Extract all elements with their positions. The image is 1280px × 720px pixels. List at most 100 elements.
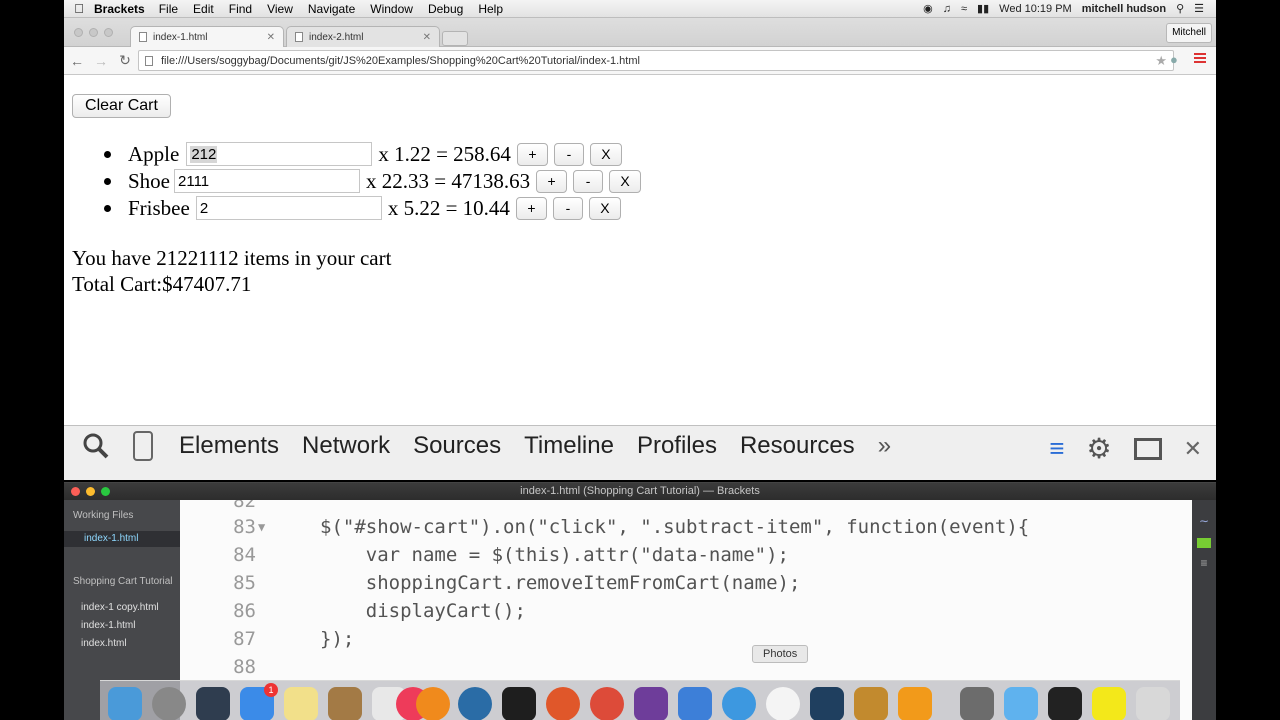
right-toolbar: ∼ ≡ <box>1192 500 1216 720</box>
add-item-button[interactable]: + <box>536 169 568 193</box>
folder-icon[interactable] <box>1004 687 1038 720</box>
menu-view[interactable]: View <box>267 2 293 16</box>
forward-arrow-icon[interactable]: → <box>90 53 112 69</box>
quantity-input[interactable]: 2 <box>195 196 382 220</box>
terminal-icon[interactable] <box>502 687 536 720</box>
clear-cart-button[interactable]: Clear Cart <box>72 94 171 118</box>
working-file-item[interactable]: index-1.html <box>64 531 180 547</box>
console-drawer-icon[interactable]: ≡ <box>1049 433 1064 464</box>
window-minimize-icon[interactable] <box>86 487 95 496</box>
file-item[interactable]: index-1.html <box>81 620 135 631</box>
battery-icon[interactable]: ▮▮ <box>977 2 989 15</box>
window-minimize-icon[interactable] <box>89 28 98 37</box>
camera-icon[interactable]: ● <box>1170 52 1178 67</box>
xcode-icon[interactable] <box>678 687 712 720</box>
trash-icon[interactable] <box>1136 687 1170 720</box>
add-item-button[interactable]: + <box>515 196 547 220</box>
tab-close-icon[interactable]: ✕ <box>267 32 275 43</box>
menu-file[interactable]: File <box>159 2 178 16</box>
help-icon[interactable] <box>546 687 580 720</box>
launchpad-icon[interactable] <box>152 687 186 720</box>
tab-index-2[interactable]: index-2.html ✕ <box>286 26 440 47</box>
document-icon[interactable] <box>1092 687 1126 720</box>
cart-item-frisbee: Frisbee 2 x 5.22 = 10.44 + - X <box>104 195 621 221</box>
tab-sources[interactable]: Sources <box>413 432 501 460</box>
layers-icon[interactable]: ≡ <box>1192 556 1216 570</box>
remove-item-button[interactable]: X <box>589 142 622 166</box>
github-icon[interactable] <box>634 687 668 720</box>
sequel-icon[interactable] <box>854 687 888 720</box>
live-preview-icon[interactable]: ∼ <box>1192 514 1216 528</box>
safari-icon[interactable] <box>722 687 756 720</box>
remove-item-button[interactable]: X <box>609 169 642 193</box>
tab-timeline[interactable]: Timeline <box>524 432 614 460</box>
screen-icon[interactable] <box>960 687 994 720</box>
dock-side-icon[interactable] <box>1133 437 1162 460</box>
back-arrow-icon[interactable]: ← <box>66 53 88 69</box>
remove-item-button[interactable]: X <box>588 196 621 220</box>
new-tab-button[interactable] <box>442 31 468 46</box>
menu-window[interactable]: Window <box>370 2 413 16</box>
tab-profiles[interactable]: Profiles <box>637 432 717 460</box>
subtract-item-button[interactable]: - <box>573 169 604 193</box>
reload-icon[interactable]: ↻ <box>114 52 136 69</box>
bell-icon[interactable]: ♫ <box>943 3 951 15</box>
gear-icon[interactable]: ⚙ <box>1086 432 1111 465</box>
menu-help[interactable]: Help <box>478 2 503 16</box>
tab-close-icon[interactable]: ✕ <box>423 32 431 43</box>
downloads-icon[interactable] <box>1048 687 1082 720</box>
inspect-search-icon[interactable] <box>81 431 111 461</box>
line-number: 85 <box>233 572 256 594</box>
brackets-icon[interactable] <box>810 687 844 720</box>
app-store-badge: 1 <box>264 683 278 697</box>
apple-menu-icon[interactable]:  <box>64 1 94 16</box>
stickies-icon[interactable] <box>284 687 318 720</box>
more-tabs-icon[interactable]: » <box>878 432 891 460</box>
window-close-icon[interactable] <box>71 487 80 496</box>
tab-index-1[interactable]: index-1.html ✕ <box>130 26 284 47</box>
device-mode-icon[interactable] <box>133 431 153 461</box>
window-zoom-icon[interactable] <box>101 487 110 496</box>
menu-find[interactable]: Find <box>229 2 252 16</box>
browser-toolbar: ← → ↻ file:///Users/soggybag/Documents/g… <box>64 47 1216 75</box>
menu-navigate[interactable]: Navigate <box>308 2 355 16</box>
chrome-icon[interactable] <box>590 687 624 720</box>
extension-icon[interactable] <box>1197 538 1211 548</box>
ibooks-icon[interactable] <box>416 687 450 720</box>
file-item[interactable]: index-1 copy.html <box>81 602 159 613</box>
close-icon[interactable]: ✕ <box>1184 436 1202 462</box>
quantity-input[interactable]: 2111 <box>174 169 360 193</box>
subtract-item-button[interactable]: - <box>552 196 583 220</box>
menu-edit[interactable]: Edit <box>193 2 214 16</box>
dashboard-icon[interactable] <box>196 687 230 720</box>
address-bar[interactable]: file:///Users/soggybag/Documents/git/JS%… <box>138 50 1174 71</box>
subtract-item-button[interactable]: - <box>553 142 584 166</box>
window-close-icon[interactable] <box>74 28 83 37</box>
profile-button[interactable]: Mitchell <box>1166 23 1212 43</box>
tab-resources[interactable]: Resources <box>740 432 855 460</box>
spotlight-icon[interactable]: ⚲ <box>1176 2 1184 15</box>
file-item[interactable]: index.html <box>81 638 127 649</box>
clock[interactable]: Wed 10:19 PM <box>999 3 1072 15</box>
tab-elements[interactable]: Elements <box>179 432 279 460</box>
quicktime-icon[interactable] <box>458 687 492 720</box>
pages-icon[interactable] <box>898 687 932 720</box>
project-title[interactable]: Shopping Cart Tutorial <box>73 576 173 587</box>
quantity-input[interactable]: 212 <box>186 142 373 166</box>
menu-debug[interactable]: Debug <box>428 2 463 16</box>
add-item-button[interactable]: + <box>516 142 548 166</box>
fold-arrow-icon[interactable]: ▼ <box>258 520 265 534</box>
tab-network[interactable]: Network <box>302 432 390 460</box>
window-zoom-icon[interactable] <box>104 28 113 37</box>
menu-icon[interactable] <box>1194 51 1206 65</box>
user-name[interactable]: mitchell hudson <box>1082 3 1166 15</box>
finder-icon[interactable] <box>108 687 142 720</box>
contacts-icon[interactable] <box>328 687 362 720</box>
photos-icon[interactable] <box>766 687 800 720</box>
record-icon[interactable]: ◉ <box>923 2 933 15</box>
wifi-icon[interactable]: ≈ <box>961 3 967 15</box>
app-menu[interactable]: Brackets <box>94 2 145 16</box>
bookmark-star-icon[interactable]: ★ <box>1155 53 1167 69</box>
line-number: 86 <box>233 600 256 622</box>
notification-center-icon[interactable]: ☰ <box>1194 2 1204 15</box>
